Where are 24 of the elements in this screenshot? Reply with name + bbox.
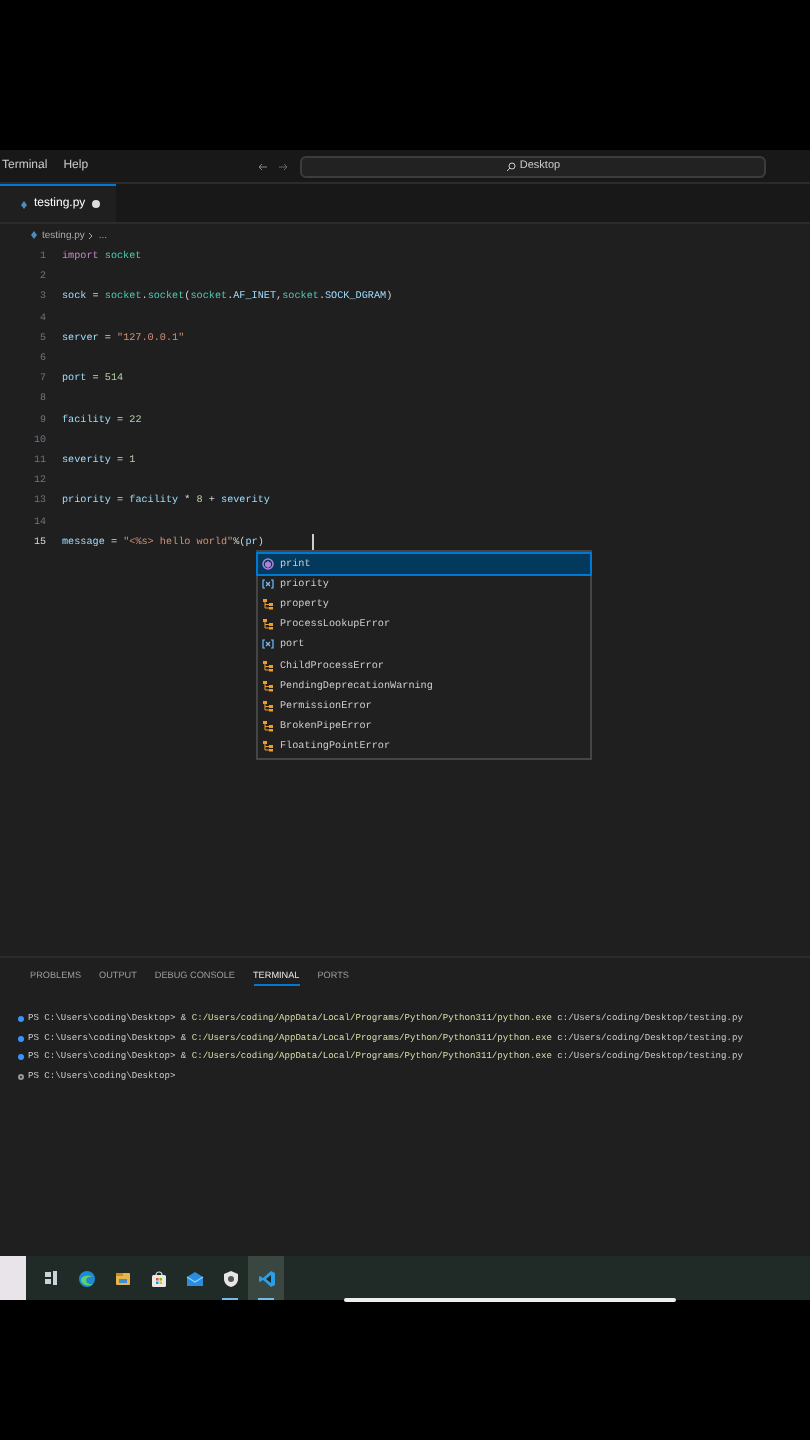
mail-icon — [185, 1269, 203, 1287]
python-file-icon — [20, 199, 28, 209]
class-icon — [262, 618, 274, 631]
search-icon — [505, 161, 516, 171]
class-icon — [262, 659, 274, 672]
class-icon — [262, 719, 274, 732]
class-icon — [262, 679, 274, 692]
search-field[interactable] — [0, 1256, 26, 1300]
text-cursor-icon — [312, 534, 314, 550]
variable-icon — [262, 638, 274, 651]
folder-icon — [113, 1269, 131, 1287]
variable-icon — [262, 578, 274, 591]
python-file-icon — [30, 230, 38, 240]
task-view-icon — [43, 1270, 57, 1286]
cube-icon — [262, 558, 274, 571]
store-icon — [149, 1269, 167, 1287]
browser-icon — [77, 1269, 95, 1287]
forward-arrow-icon[interactable] — [278, 161, 288, 171]
code-editor-icon — [257, 1269, 275, 1287]
back-arrow-icon[interactable] — [258, 161, 268, 171]
class-icon — [262, 598, 274, 611]
class-icon — [262, 739, 274, 752]
class-icon — [262, 699, 274, 712]
shield-icon — [221, 1269, 239, 1287]
